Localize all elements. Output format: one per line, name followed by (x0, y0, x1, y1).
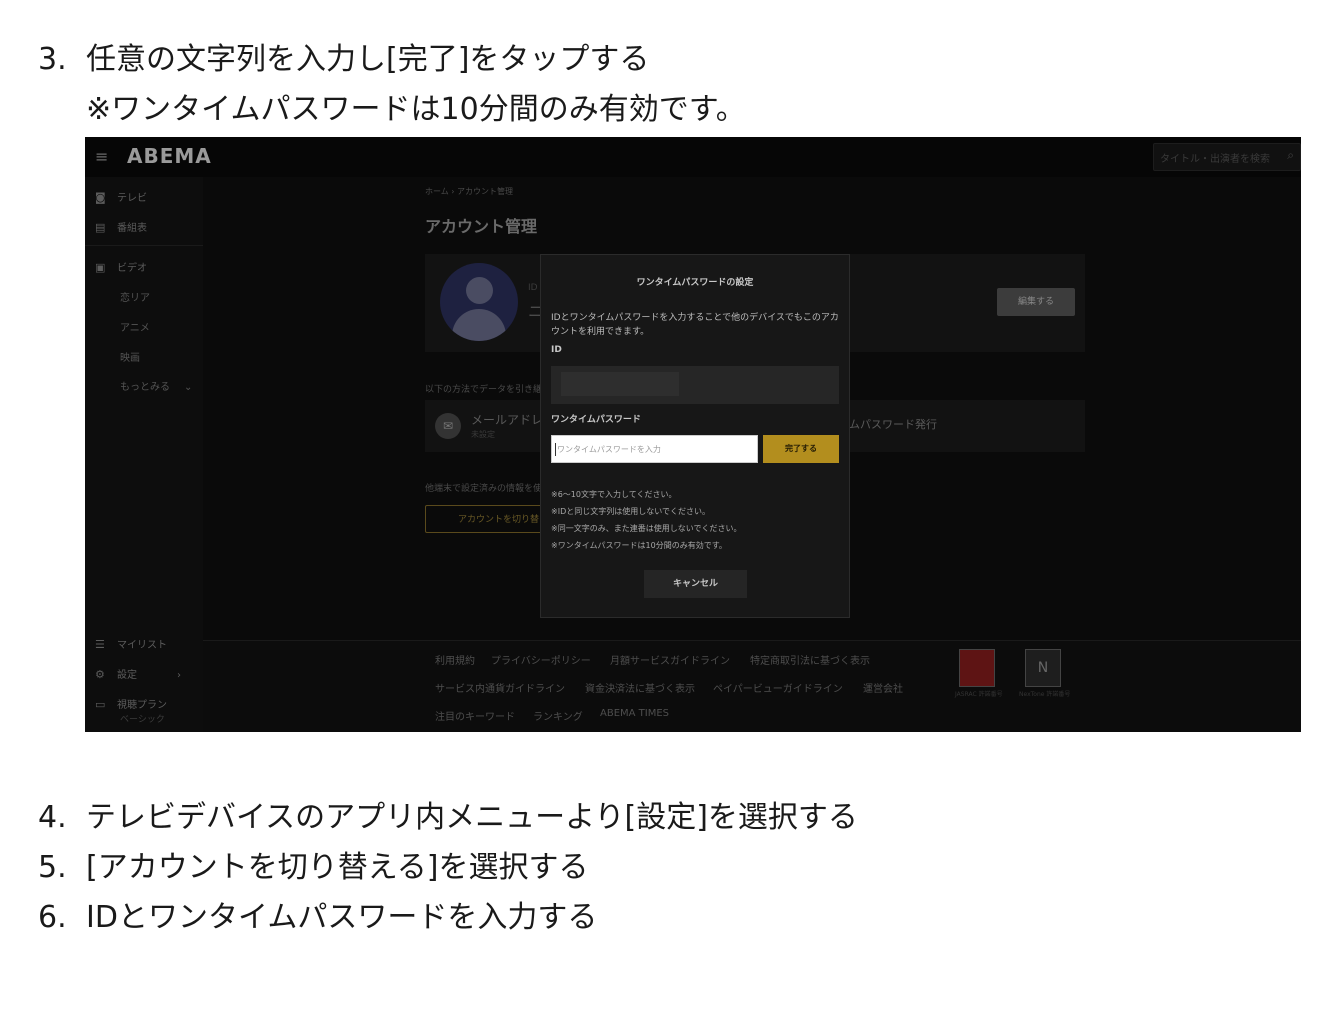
card-icon: ▭ (95, 698, 106, 711)
otp-issue-link[interactable]: ムパスワード発行 (849, 416, 937, 432)
footer-link[interactable]: 月額サービスガイドライン (610, 652, 730, 667)
video-icon: ▣ (95, 261, 106, 274)
sidebar-item-tv[interactable]: ◙ テレビ (95, 189, 147, 204)
step-6: 6. IDとワンタイムパスワードを入力する (38, 900, 598, 935)
chevron-down-icon: ⌄ (184, 382, 193, 393)
footer-link[interactable]: プライバシーポリシー (491, 652, 591, 667)
id-value-redacted (561, 372, 679, 396)
step-4: 4. テレビデバイスのアプリ内メニューより[設定]を選択する (38, 800, 858, 835)
search-input[interactable]: タイトル・出演者を検索 ⌕ (1153, 143, 1301, 171)
search-icon: ⌕ (1287, 148, 1294, 162)
footer-link[interactable]: 特定商取引法に基づく表示 (750, 652, 870, 667)
sidebar-item-anime[interactable]: アニメ (120, 319, 150, 334)
sidebar-divider (85, 245, 203, 246)
page-title: アカウント管理 (425, 217, 538, 236)
footer-link[interactable]: サービス内通貨ガイドライン (435, 680, 565, 695)
done-button[interactable]: 完了する (763, 435, 839, 463)
card-id-label: ID (528, 283, 538, 293)
cancel-button[interactable]: キャンセル (644, 570, 747, 598)
step-5: 5. [アカウントを切り替える]を選択する (38, 850, 589, 885)
jasrac-logo (959, 649, 995, 687)
note-line: ※ワンタイムパスワードは10分間のみ有効です。 (551, 541, 727, 550)
sidebar-item-settings[interactable]: ⚙ 設定 › (95, 666, 181, 681)
chevron-right-icon: › (177, 670, 181, 681)
sidebar-item-romance[interactable]: 恋リア (120, 289, 150, 304)
footer-link[interactable]: 利用規約 (435, 652, 475, 667)
sidebar-item-plan[interactable]: ▭ 視聴プラン (95, 696, 167, 711)
text-caret (555, 443, 556, 456)
sidebar-item-movie[interactable]: 映画 (120, 349, 140, 364)
otp-modal: ワンタイムパスワードの設定 IDとワンタイムパスワードを入力することで他のデバイ… (540, 254, 850, 618)
modal-description: IDとワンタイムパスワードを入力することで他のデバイスでもこのアカウントを利用で… (551, 313, 839, 337)
breadcrumb: ホーム › アカウント管理 (425, 187, 514, 196)
list-icon: ☰ (95, 638, 105, 651)
footer-link[interactable]: 資金決済法に基づく表示 (585, 680, 695, 695)
other-device-text: 他端末で設定済みの情報を使 (425, 484, 543, 494)
gear-icon: ⚙ (95, 668, 105, 681)
mail-icon: ✉ (435, 413, 461, 439)
sidebar-item-schedule[interactable]: ▤ 番組表 (95, 219, 147, 234)
footer-link[interactable]: 注目のキーワード (435, 708, 515, 723)
note-line: ※IDと同じ文字列は使用しないでください。 (551, 507, 710, 516)
calendar-icon: ▤ (95, 221, 106, 234)
avatar (440, 263, 518, 341)
plan-name: ベーシック (120, 715, 165, 725)
restore-text: 以下の方法でデータを引き継 (425, 385, 543, 395)
sidebar-item-video[interactable]: ▣ ビデオ (95, 259, 147, 274)
note-line: ※6〜10文字で入力してください。 (551, 490, 677, 499)
footer-link[interactable]: ペイパービューガイドライン (713, 680, 843, 695)
modal-notes: ※6〜10文字で入力してください。 ※IDと同じ文字列は使用しないでください。 … (551, 486, 741, 554)
note-line: ※同一文字のみ、また連番は使用しないでください。 (551, 524, 742, 533)
abema-logo[interactable]: ABEMA (127, 144, 212, 168)
sidebar-item-mylist[interactable]: ☰ マイリスト (95, 636, 167, 651)
tv-icon: ◙ (95, 191, 106, 204)
jasrac-caption: JASRAC 許諾番号 (955, 691, 1003, 698)
otp-label: ワンタイムパスワード (551, 415, 641, 425)
footer-link[interactable]: 運営会社 (863, 680, 903, 695)
top-bar: ≡ ABEMA タイトル・出演者を検索 ⌕ (85, 137, 1301, 177)
otp-input[interactable]: ワンタイムパスワードを入力 (551, 435, 758, 463)
id-label: ID (551, 345, 562, 355)
switch-account-button[interactable]: アカウントを切り替 (425, 505, 543, 533)
footer-link[interactable]: ランキング (533, 708, 583, 723)
sidebar: ◙ テレビ ▤ 番組表 ▣ ビデオ 恋リア アニメ 映画 もっとみる ⌄ ☰ マイリスト … (85, 177, 203, 732)
edit-button[interactable]: 編集する (997, 288, 1075, 316)
id-value-box (551, 366, 839, 404)
hamburger-menu-icon[interactable]: ≡ (95, 147, 108, 166)
step-3: 3. 任意の文字列を入力し[完了]をタップする (38, 42, 650, 77)
footer: 利用規約 プライバシーポリシー 月額サービスガイドライン 特定商取引法に基づく表… (203, 640, 1301, 732)
nextone-caption: NexTone 許諾番号 (1019, 691, 1071, 698)
footer-link[interactable]: ABEMA TIMES (600, 708, 669, 719)
sidebar-item-more[interactable]: もっとみる ⌄ (120, 378, 192, 393)
modal-title: ワンタイムパスワードの設定 (636, 278, 754, 288)
mail-status: 未設定 (471, 430, 495, 439)
validity-note: ※ワンタイムパスワードは10分間のみ有効です。 (86, 92, 746, 127)
nextone-logo: N (1025, 649, 1061, 687)
abema-screenshot: ≡ ABEMA タイトル・出演者を検索 ⌕ ◙ テレビ ▤ 番組表 ▣ ビデオ 恋リア… (85, 137, 1301, 732)
